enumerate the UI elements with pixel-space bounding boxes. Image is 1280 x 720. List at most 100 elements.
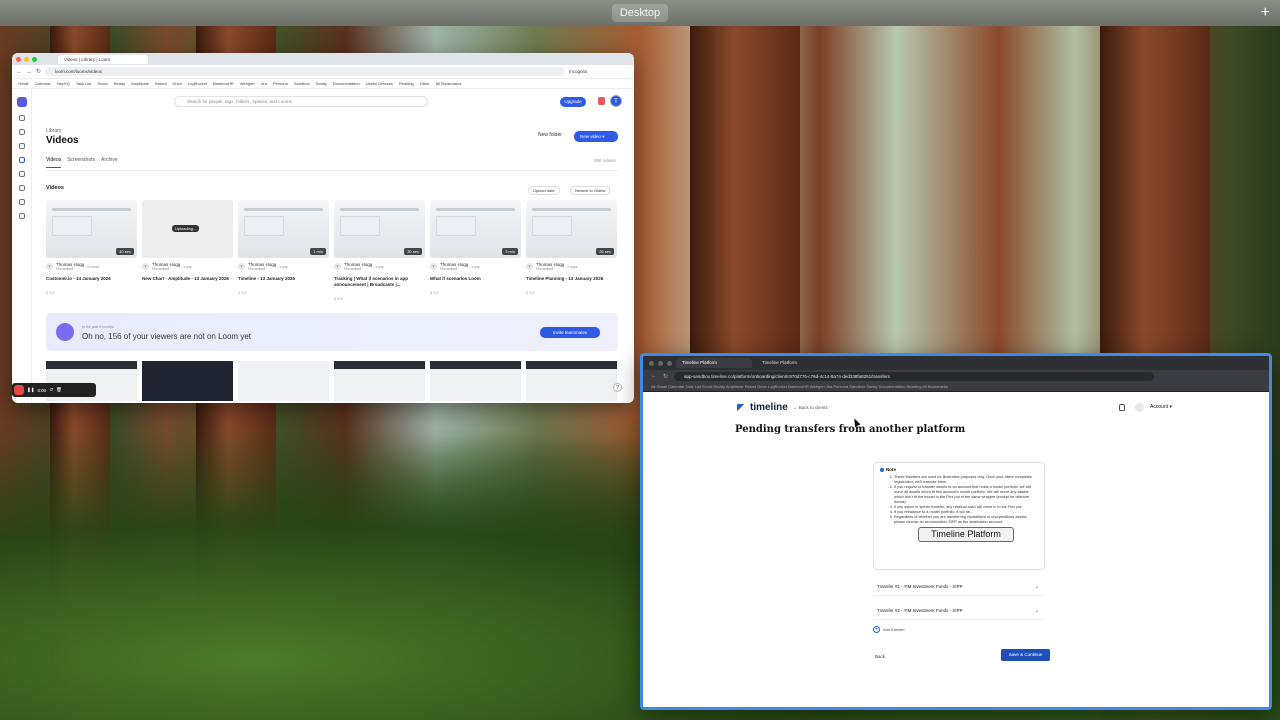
bookmark-item[interactable]: Useful Dresses bbox=[366, 81, 393, 86]
bookmark-item[interactable]: Persona bbox=[273, 81, 288, 86]
timeline-browser-window[interactable]: Timeline Platform Timeline Platform ← ↻ … bbox=[640, 353, 1272, 710]
minimize-window-button[interactable] bbox=[24, 56, 29, 62]
zoom-window-button[interactable] bbox=[32, 56, 37, 62]
timeline-logo[interactable]: timeline bbox=[737, 402, 788, 413]
bookmark-item[interactable]: Reddy bbox=[114, 81, 126, 86]
browser-tab[interactable]: Videos | Library | Loom bbox=[58, 54, 148, 64]
pause-icon[interactable]: ❚❚ bbox=[27, 387, 35, 393]
minimize-window-button[interactable] bbox=[658, 360, 663, 366]
video-thumbnail[interactable]: 1 min bbox=[238, 200, 329, 258]
bookmark-item[interactable]: Task List bbox=[76, 81, 92, 86]
sort-order-dropdown[interactable]: Newest to Oldest bbox=[570, 186, 611, 195]
help-button[interactable]: ? bbox=[613, 383, 622, 392]
invite-teammates-button[interactable]: Invite teammates bbox=[540, 327, 600, 338]
library-icon[interactable] bbox=[18, 157, 25, 163]
loom-browser-window[interactable]: Videos | Library | Loom ← → ↻ loom.com/l… bbox=[12, 53, 634, 403]
video-title[interactable]: What if scenarios Loom bbox=[430, 276, 521, 282]
notification-icon[interactable] bbox=[598, 97, 605, 105]
back-arrow-icon[interactable]: ← bbox=[16, 69, 22, 75]
bookmark-item[interactable]: BambooHR bbox=[213, 81, 234, 86]
bookmark-item[interactable]: LogRocket bbox=[188, 81, 207, 86]
home-icon[interactable] bbox=[18, 143, 25, 149]
stop-record-button[interactable] bbox=[14, 385, 24, 395]
video-card[interactable]: 3 min T Thomas Hogg Not shared 1 day What i… bbox=[430, 200, 521, 300]
tab-screenshots[interactable]: Screenshots bbox=[67, 157, 95, 168]
video-card[interactable]: 26 sec T Thomas Hogg Not shared 2 days Time… bbox=[526, 200, 617, 300]
address-bar[interactable]: app-sandbox.timeline.co/platform/onboard… bbox=[674, 371, 1155, 381]
loom-logo-icon[interactable] bbox=[16, 97, 27, 107]
bookmark-item[interactable]: Retool bbox=[155, 81, 167, 86]
video-thumbnail[interactable]: 3 min bbox=[430, 200, 521, 258]
transfer-row[interactable]: Transfer #2 - 7IM Investment Funds - SIP… bbox=[873, 602, 1045, 620]
video-thumbnail[interactable]: 26 sec bbox=[526, 200, 617, 258]
back-button[interactable]: Back bbox=[875, 654, 885, 659]
transfer-row[interactable]: Transfer #1 - 7IM Investment Funds - SIP… bbox=[873, 578, 1045, 596]
video-title[interactable]: Timeline Planning - 13 January 2026 bbox=[526, 276, 617, 282]
bookmark-item[interactable]: Scout bbox=[97, 81, 107, 86]
bookmark-item[interactable]: Jira bbox=[261, 81, 267, 86]
video-thumbnail[interactable]: 40 sec bbox=[46, 200, 137, 258]
bell-icon[interactable] bbox=[1119, 404, 1125, 411]
video-thumbnail[interactable]: 30 sec bbox=[334, 200, 425, 258]
search-input[interactable]: Search for people, tags, folders, Spaces… bbox=[174, 96, 428, 107]
video-title[interactable]: Customer.io - 14 January 2026 bbox=[46, 276, 137, 282]
add-space-button[interactable]: + bbox=[1261, 3, 1270, 23]
reload-icon[interactable]: ↻ bbox=[36, 68, 41, 75]
chevron-down-icon[interactable]: ⌄ bbox=[1035, 578, 1039, 596]
close-window-button[interactable] bbox=[649, 360, 654, 366]
new-folder-button[interactable]: New folder bbox=[538, 132, 562, 138]
browser-tab[interactable]: Timeline Platform bbox=[756, 358, 832, 368]
avatar[interactable]: T bbox=[610, 95, 622, 107]
video-card[interactable]: 30 sec T Thomas Hogg Not shared 1 day Track… bbox=[334, 200, 425, 301]
bookmark-item[interactable]: Reading bbox=[399, 81, 414, 86]
calendar-icon[interactable] bbox=[18, 171, 25, 177]
video-thumbnail[interactable] bbox=[238, 361, 329, 401]
settings-icon[interactable] bbox=[18, 213, 25, 219]
bookmark-item[interactable]: Webgen bbox=[240, 81, 255, 86]
upgrade-button[interactable]: Upgrade bbox=[560, 97, 586, 107]
bookmark-item[interactable]: All Bookmarks bbox=[436, 81, 462, 86]
account-menu[interactable]: Account ▾ bbox=[1150, 404, 1172, 410]
history-icon[interactable] bbox=[18, 199, 25, 205]
reload-icon[interactable]: ↻ bbox=[663, 373, 668, 380]
tab-archive[interactable]: Archive bbox=[101, 157, 118, 168]
browser-tab[interactable]: Timeline Platform bbox=[676, 358, 752, 368]
back-arrow-icon[interactable]: ← bbox=[651, 373, 657, 379]
bookmark-item[interactable]: Calendar bbox=[34, 81, 50, 86]
close-window-button[interactable] bbox=[16, 56, 21, 62]
chevron-down-icon[interactable]: ⌄ bbox=[1035, 602, 1039, 620]
bookmark-item[interactable]: Amplitude bbox=[131, 81, 149, 86]
trash-icon[interactable]: 🗑 bbox=[56, 387, 62, 393]
zoom-window-button[interactable] bbox=[667, 360, 672, 366]
bookmark-item[interactable]: Drive bbox=[173, 81, 182, 86]
sort-field-dropdown[interactable]: Upload date bbox=[528, 186, 560, 195]
bookmark-item[interactable]: Sandbox bbox=[294, 81, 310, 86]
video-thumbnail[interactable]: Uploading... bbox=[142, 200, 233, 258]
forward-arrow-icon[interactable]: → bbox=[26, 69, 32, 75]
video-title[interactable]: New Chart - Amplitude - 13 January 2026 bbox=[142, 276, 233, 282]
bookmark-icon[interactable] bbox=[18, 185, 25, 191]
account-icon[interactable] bbox=[1135, 403, 1144, 412]
video-card[interactable]: 40 sec T Thomas Hogg Not shared 6 hours Cus… bbox=[46, 200, 137, 300]
video-card[interactable]: Uploading... T Thomas Hogg Not shared 1 day… bbox=[142, 200, 233, 300]
video-thumbnail[interactable] bbox=[430, 361, 521, 401]
bookmark-item[interactable]: Sanity bbox=[316, 81, 327, 86]
video-thumbnail[interactable] bbox=[526, 361, 617, 401]
bookmark-item[interactable]: Gmail bbox=[18, 81, 28, 86]
add-user-icon[interactable] bbox=[18, 129, 25, 135]
add-transfer-button[interactable]: + Add transfer bbox=[873, 626, 905, 633]
back-to-clients-link[interactable]: ← Back to clients bbox=[793, 405, 828, 410]
video-card[interactable]: 1 min T Thomas Hogg Not shared 1 day Timeli… bbox=[238, 200, 329, 300]
address-bar[interactable]: loom.com/looms/videos bbox=[45, 67, 566, 76]
desktop-space-label[interactable]: Desktop bbox=[612, 4, 668, 22]
new-video-button[interactable]: New video ▾ bbox=[574, 131, 618, 142]
video-title[interactable]: Timeline - 13 January 2026 bbox=[238, 276, 329, 282]
bookmark-item[interactable]: Documentation bbox=[333, 81, 360, 86]
bookmark-item[interactable]: HeyHQ bbox=[57, 81, 70, 86]
video-title[interactable]: Tracking | What if scenarios in app anno… bbox=[334, 276, 425, 288]
video-thumbnail[interactable] bbox=[142, 361, 233, 401]
bookmark-item[interactable]: Other bbox=[420, 81, 430, 86]
workspace-icon[interactable] bbox=[18, 115, 25, 121]
video-thumbnail[interactable] bbox=[334, 361, 425, 401]
restart-icon[interactable]: ↺ bbox=[49, 387, 53, 393]
